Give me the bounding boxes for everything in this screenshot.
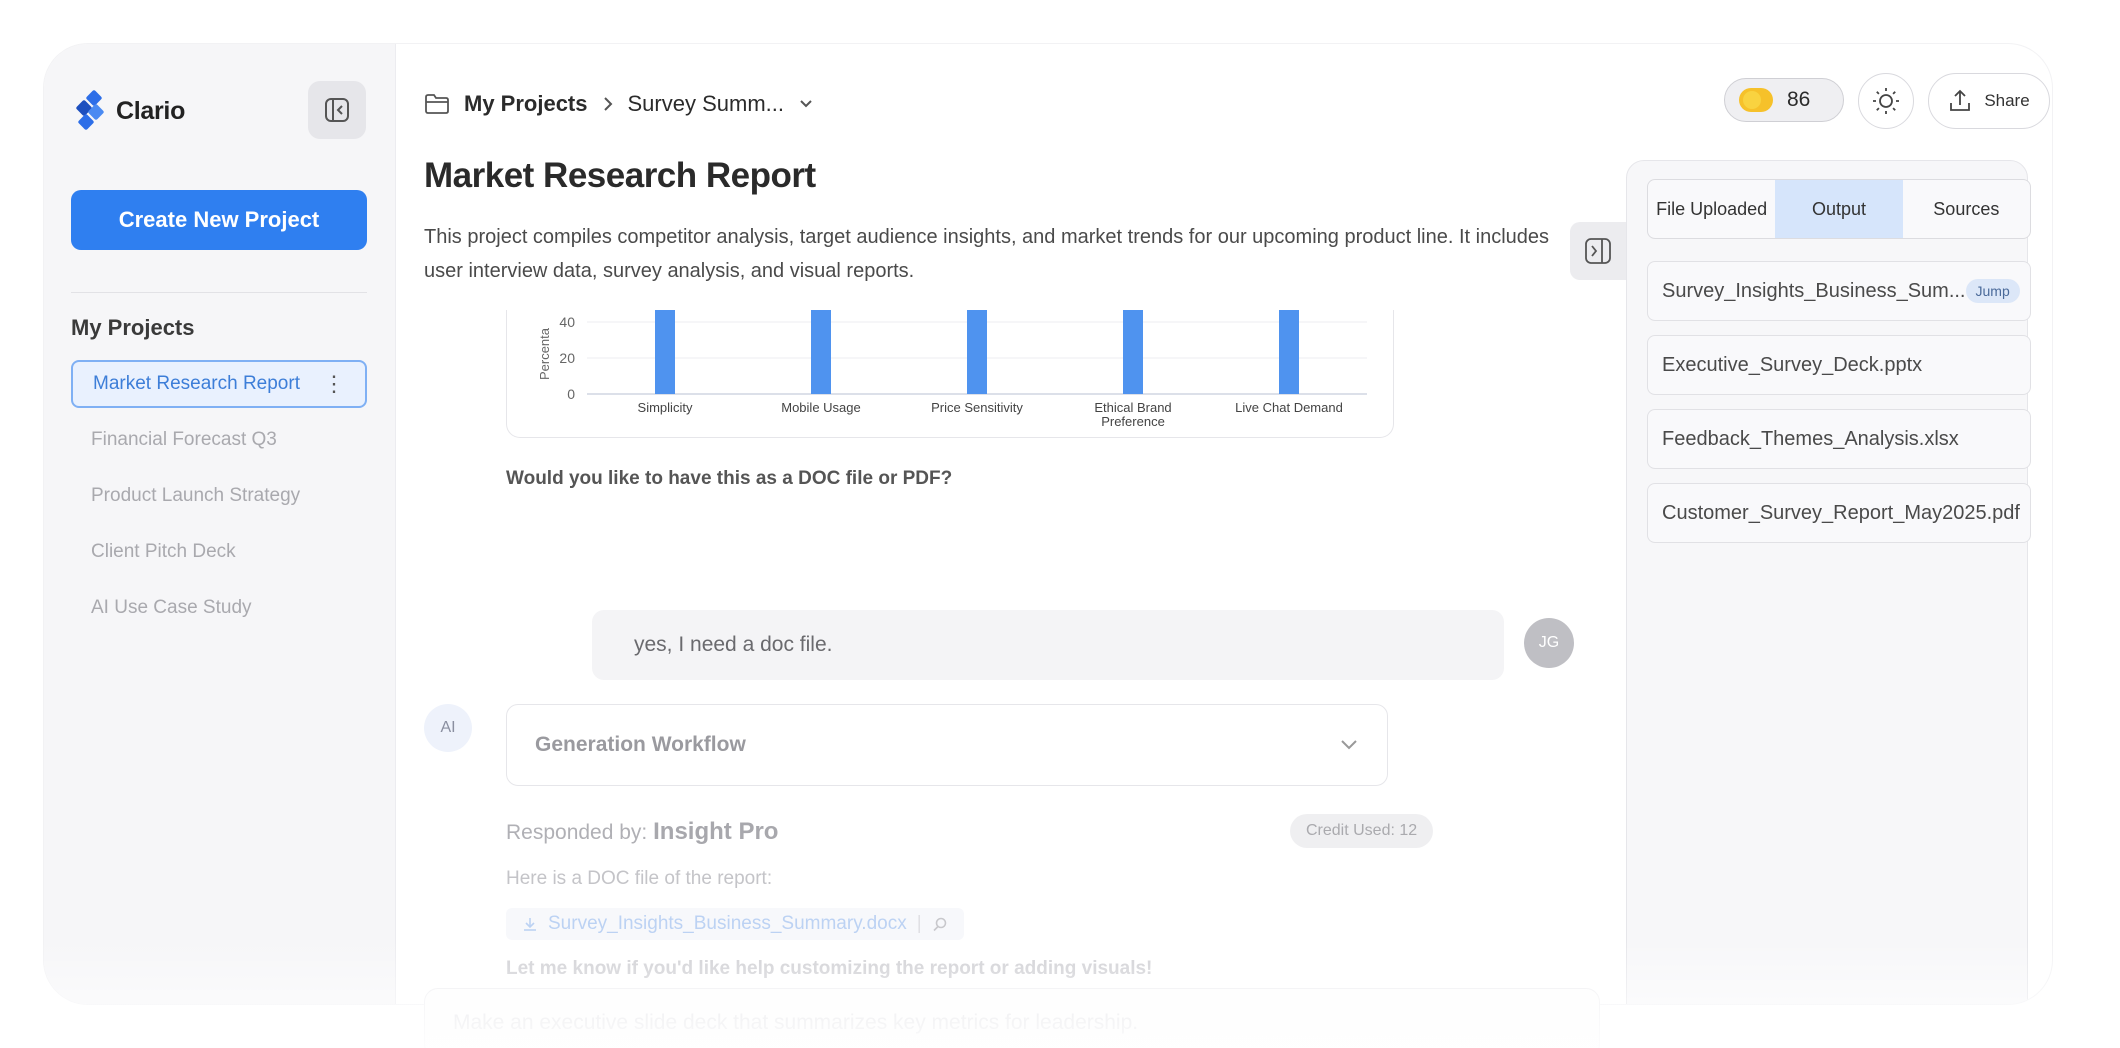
bar <box>811 310 831 394</box>
output-file-item[interactable]: Survey_Insights_Business_Sum... Jump <box>1647 261 2031 321</box>
sun-icon <box>1873 88 1899 114</box>
search-icon[interactable] <box>932 916 948 932</box>
project-item-market-research[interactable]: Market Research Report ⋮ <box>71 360 367 408</box>
output-file-item[interactable]: Customer_Survey_Report_May2025.pdf <box>1647 483 2031 543</box>
download-icon <box>524 918 536 931</box>
share-label: Share <box>1984 91 2030 110</box>
more-options-icon[interactable]: ⋮ <box>323 373 345 395</box>
chevron-right-icon <box>603 97 612 111</box>
separator: | <box>916 913 922 934</box>
app-window: Clario Create New Project My Projects Ma… <box>44 44 2052 1004</box>
x-tick-label: Price Sensitivity <box>931 400 1023 415</box>
credits-count: 86 <box>1787 88 1811 111</box>
theme-toggle-button[interactable] <box>1858 73 1914 129</box>
bar <box>1279 310 1299 394</box>
sidebar: Clario Create New Project My Projects Ma… <box>44 44 396 1004</box>
toggle-right-panel-button[interactable] <box>1570 222 1626 280</box>
file-name: Survey_Insights_Business_Summary.docx <box>548 913 907 934</box>
x-tick-label: Preference <box>1101 414 1165 429</box>
y-tick-label: 20 <box>559 350 575 366</box>
project-label: Product Launch Strategy <box>91 485 301 506</box>
project-list: Market Research Report ⋮ Financial Forec… <box>71 360 367 640</box>
user-message: yes, I need a doc file. <box>592 610 1504 680</box>
output-file-name: Feedback_Themes_Analysis.xlsx <box>1662 427 1959 450</box>
chart-card: Percenta 0 20 40 Simplicity Mobile Usage Price… <box>506 310 1394 438</box>
files-panel: File Uploaded Output Sources Survey_Insi… <box>1626 160 2031 1004</box>
projects-heading: My Projects <box>71 315 195 340</box>
project-item-product-launch[interactable]: Product Launch Strategy <box>71 472 367 520</box>
app-name: Clario <box>116 96 186 125</box>
collapse-sidebar-button[interactable] <box>308 81 366 139</box>
x-tick-label: Live Chat Demand <box>1235 400 1343 415</box>
divider <box>71 292 367 293</box>
credits-badge[interactable]: 86 <box>1724 78 1844 122</box>
folder-icon <box>425 94 449 114</box>
responded-by: Responded by: Insight Pro <box>506 818 778 846</box>
panel-tabs: File Uploaded Output Sources <box>1647 179 2031 239</box>
x-tick-label: Simplicity <box>638 400 693 415</box>
y-tick-label: 40 <box>559 314 575 330</box>
breadcrumb-root[interactable]: My Projects <box>464 91 588 117</box>
output-file-item[interactable]: Executive_Survey_Deck.pptx <box>1647 335 2031 395</box>
project-description: This project compiles competitor analysi… <box>424 226 1549 282</box>
x-tick-label: Ethical Brand <box>1094 400 1171 415</box>
y-axis-label: Percenta <box>537 327 552 380</box>
project-item-client-pitch[interactable]: Client Pitch Deck <box>71 528 367 576</box>
output-file-name: Survey_Insights_Business_Sum... <box>1662 279 1966 302</box>
bar-chart: Percenta 0 20 40 Simplicity Mobile Usage Price… <box>537 310 1367 429</box>
tab-sources[interactable]: Sources <box>1903 180 2030 238</box>
share-button[interactable]: Share <box>1928 73 2050 129</box>
user-avatar: JG <box>1524 618 1574 668</box>
y-tick-label: 0 <box>567 386 575 402</box>
workflow-title: Generation Workflow <box>535 733 746 756</box>
bar <box>967 310 987 394</box>
bar <box>655 310 675 394</box>
tab-file-uploaded[interactable]: File Uploaded <box>1648 180 1775 238</box>
output-file-item[interactable]: Feedback_Themes_Analysis.xlsx <box>1647 409 2031 469</box>
response-text: Here is a DOC file of the report: <box>506 868 773 889</box>
message-input[interactable]: Make an executive slide deck that summar… <box>424 988 1600 1048</box>
follow-up-text: Let me know if you'd like help customizi… <box>506 958 1153 979</box>
credit-used-badge: Credit Used: 12 <box>1290 814 1434 848</box>
responder-name: Insight Pro <box>653 818 779 845</box>
logo[interactable]: Clario <box>76 90 185 132</box>
project-label: Client Pitch Deck <box>91 541 236 562</box>
project-label: Market Research Report <box>93 373 300 394</box>
file-attachment[interactable]: Survey_Insights_Business_Summary.docx | <box>506 908 964 940</box>
output-file-name: Customer_Survey_Report_May2025.pdf <box>1662 501 2020 524</box>
responded-by-label: Responded by: <box>506 821 648 844</box>
breadcrumb: My Projects Survey Summ... <box>424 86 814 122</box>
chevron-down-icon <box>1341 740 1357 750</box>
project-label: AI Use Case Study <box>91 597 252 618</box>
assistant-question: Would you like to have this as a DOC fil… <box>506 468 953 489</box>
x-tick-label: Mobile Usage <box>781 400 861 415</box>
project-item-financial-forecast[interactable]: Financial Forecast Q3 <box>71 416 367 464</box>
collapse-icon <box>325 98 349 122</box>
expand-panel-icon <box>1585 238 1611 264</box>
create-project-button[interactable]: Create New Project <box>71 190 367 250</box>
upload-icon <box>1950 89 1971 111</box>
generation-workflow-accordion[interactable]: Generation Workflow <box>506 704 1388 786</box>
chat-area: Percenta 0 20 40 Simplicity Mobile Usage Price… <box>424 310 1624 1004</box>
project-label: Financial Forecast Q3 <box>91 429 277 450</box>
tab-output[interactable]: Output <box>1775 180 1903 238</box>
ai-avatar: AI <box>424 704 472 752</box>
coin-icon <box>1739 88 1773 112</box>
clario-logo-icon <box>76 90 104 130</box>
project-item-ai-use-case[interactable]: AI Use Case Study <box>71 584 367 632</box>
breadcrumb-current[interactable]: Survey Summ... <box>628 91 784 117</box>
output-file-list: Survey_Insights_Business_Sum... Jump Exe… <box>1647 261 2031 557</box>
output-file-name: Executive_Survey_Deck.pptx <box>1662 353 1923 376</box>
jump-badge[interactable]: Jump <box>1965 279 2020 303</box>
bar <box>1123 310 1143 394</box>
page-title: Market Research Report <box>424 156 816 195</box>
chevron-down-icon[interactable] <box>798 98 814 110</box>
